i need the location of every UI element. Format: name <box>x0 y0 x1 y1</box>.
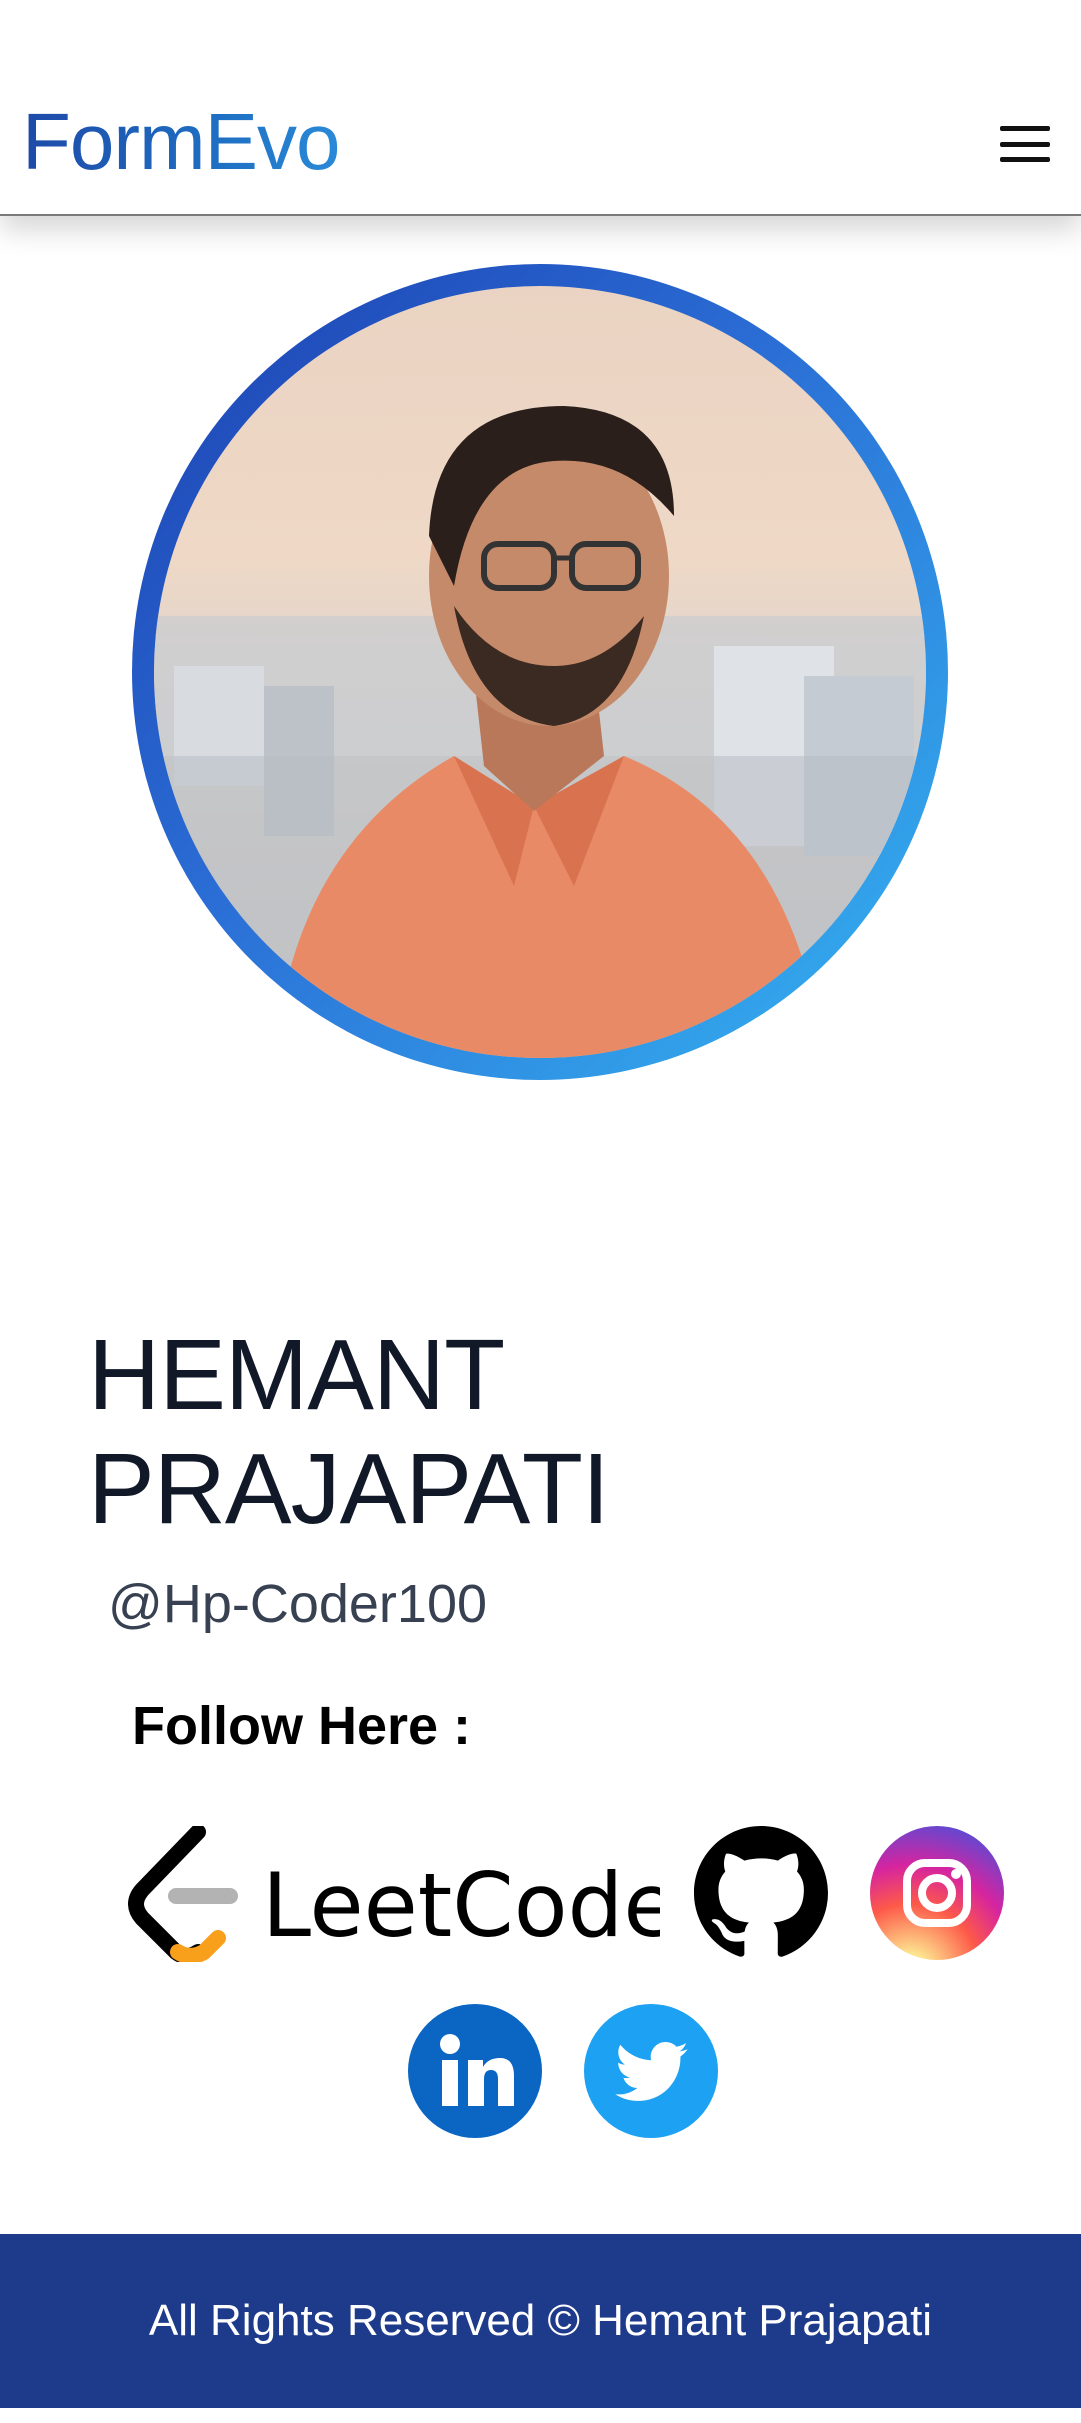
brand-logo-text[interactable]: FormEvo <box>22 92 340 192</box>
twitter-icon <box>584 2004 718 2138</box>
linkedin-icon <box>408 2004 542 2138</box>
profile-name-line1: HEMANT <box>88 1319 505 1431</box>
instagram-link[interactable] <box>870 1826 1004 1960</box>
top-navbar: FormEvo <box>0 0 1081 216</box>
twitter-link[interactable] <box>584 2004 718 2138</box>
instagram-icon <box>903 1859 971 1927</box>
profile-photo <box>154 286 926 1058</box>
follow-label: Follow Here : <box>132 1696 472 1756</box>
menu-bar <box>1000 126 1050 131</box>
page-footer: All Rights Reserved © Hemant Prajapati <box>0 2234 1081 2408</box>
footer-copyright: All Rights Reserved © Hemant Prajapati <box>148 2296 933 2345</box>
leetcode-wordmark: LeetCode <box>262 1854 660 1957</box>
profile-name-line2: PRAJAPATI <box>88 1433 610 1545</box>
hamburger-menu-icon[interactable] <box>1000 126 1050 162</box>
profile-name: HEMANT PRAJAPATI <box>88 1318 988 1546</box>
github-link[interactable] <box>694 1826 828 1960</box>
leetcode-link[interactable]: LeetCode <box>120 1826 660 1962</box>
menu-bar <box>1000 157 1050 162</box>
github-icon <box>694 1826 828 1957</box>
menu-bar <box>1000 141 1050 147</box>
profile-avatar-ring <box>132 264 948 1080</box>
profile-handle: @Hp-Coder100 <box>108 1574 488 1634</box>
leetcode-logo-icon: LeetCode <box>128 1826 660 1962</box>
profile-photo-illustration <box>154 406 926 1058</box>
linkedin-link[interactable] <box>408 2004 542 2138</box>
